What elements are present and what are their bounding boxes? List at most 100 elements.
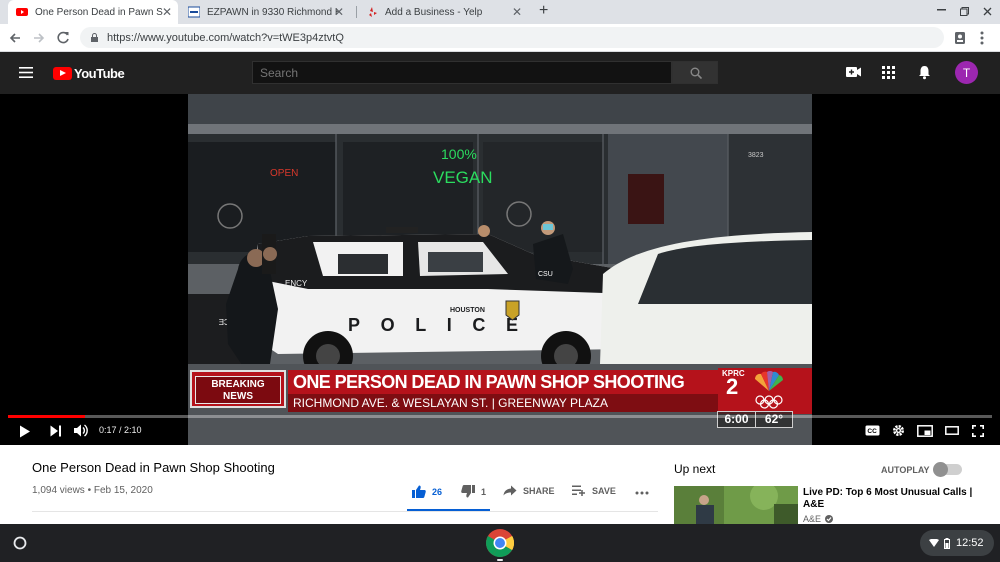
create-video-icon[interactable] (846, 66, 861, 78)
like-button[interactable]: 26 (412, 485, 442, 498)
profile-badge-icon[interactable] (954, 31, 966, 45)
system-tray[interactable]: 12:52 (920, 530, 994, 556)
youtube-favicon (16, 8, 28, 16)
back-arrow-icon[interactable] (9, 32, 21, 44)
video-title: One Person Dead in Pawn Shop Shooting (32, 460, 275, 475)
url-text: https://www.youtube.com/watch?v=tWE3p4zt… (107, 31, 344, 44)
open-sign: OPEN (270, 168, 298, 179)
ezpawn-favicon (188, 6, 200, 18)
time-display: 0:17 / 2:10 (99, 425, 142, 435)
address-bar[interactable]: https://www.youtube.com/watch?v=tWE3p4zt… (80, 27, 944, 48)
more-actions-icon[interactable] (635, 491, 649, 495)
recommended-video-title[interactable]: Live PD: Top 6 Most Unusual Calls | A&E (803, 487, 973, 511)
progress-played (8, 415, 85, 418)
share-label: SHARE (523, 485, 555, 496)
news-subheadline: RICHMOND AVE. & WESLAYAN ST. | GREENWAY … (293, 396, 608, 410)
save-label: SAVE (592, 485, 616, 496)
new-tab-button[interactable]: + (539, 2, 548, 20)
search-icon (690, 67, 702, 79)
miniplayer-icon[interactable] (917, 425, 933, 437)
system-clock: 12:52 (956, 537, 984, 549)
subheadline-bar: RICHMOND AVE. & WESLAYAN ST. | GREENWAY … (288, 394, 718, 412)
reload-icon[interactable] (57, 31, 70, 44)
toggle-knob (933, 462, 948, 477)
divider (32, 511, 658, 512)
tab-ezpawn[interactable]: EZPAWN in 9330 Richmond Hou ✕ (180, 0, 350, 24)
captions-icon[interactable]: CC (865, 425, 880, 436)
nbc-peacock-icon (754, 371, 784, 391)
hamburger-menu-icon[interactable] (19, 67, 33, 78)
tab-title: Add a Business - Yelp (385, 6, 483, 18)
station-bug: KPRC 2 (718, 368, 812, 414)
tab-youtube[interactable]: One Person Dead in Pawn Shop ✕ (8, 0, 178, 24)
breaking-news-box: BREAKING NEWS (190, 370, 286, 408)
close-tab-icon[interactable]: ✕ (162, 5, 172, 19)
volume-icon[interactable] (74, 424, 88, 437)
autoplay-label: AUTOPLAY (881, 465, 930, 475)
apps-grid-icon[interactable] (882, 66, 895, 79)
video-frame[interactable]: OPEN 100% VEGAN 3823 POLICE POLICE HOUST… (188, 94, 812, 445)
close-tab-icon[interactable]: ✕ (512, 5, 522, 19)
dislike-button[interactable]: 1 (461, 485, 486, 498)
chrome-browser-icon[interactable] (485, 528, 515, 558)
search-button[interactable] (672, 61, 718, 84)
police-car-agency: ENCY (285, 279, 308, 288)
vegan-sign-line-2: VEGAN (433, 168, 493, 187)
close-tab-icon[interactable]: ✕ (334, 5, 344, 19)
recommended-video-channel: A&E (803, 514, 834, 524)
station-number: 2 (726, 374, 739, 399)
autoplay-toggle[interactable] (933, 462, 962, 477)
address-number: 3823 (748, 152, 764, 159)
minimize-icon[interactable] (937, 9, 946, 11)
battery-icon (944, 537, 950, 549)
officer-vest-text: CSU (538, 271, 553, 278)
launcher-icon[interactable] (9, 532, 31, 554)
news-lower-third: BREAKING NEWS ONE PERSON DEAD IN PAWN SH… (188, 368, 812, 414)
recommended-video-thumbnail[interactable] (674, 486, 798, 524)
headline-bar: ONE PERSON DEAD IN PAWN SHOP SHOOTING (288, 370, 718, 394)
video-player[interactable]: OPEN 100% VEGAN 3823 POLICE POLICE HOUST… (0, 94, 1000, 445)
up-next-heading: Up next (674, 462, 716, 476)
news-headline: ONE PERSON DEAD IN PAWN SHOP SHOOTING (293, 372, 685, 392)
like-count: 26 (432, 486, 443, 497)
tab-title: EZPAWN in 9330 Richmond Hou (207, 6, 340, 18)
running-app-indicator (497, 559, 503, 561)
thumbs-down-icon (461, 485, 475, 498)
os-shelf: 12:52 (0, 524, 1000, 562)
more-vert-icon[interactable] (980, 31, 984, 45)
browser-toolbar: https://www.youtube.com/watch?v=tWE3p4zt… (0, 24, 1000, 52)
tab-yelp[interactable]: Add a Business - Yelp ✕ (358, 0, 528, 24)
youtube-logo[interactable]: YouTube (53, 66, 125, 81)
share-button[interactable]: SHARE (503, 485, 555, 496)
channel-name: A&E (803, 514, 822, 524)
verified-check-icon (825, 515, 834, 523)
tab-title: One Person Dead in Pawn Shop (35, 6, 163, 18)
avatar[interactable]: T (955, 61, 978, 84)
progress-bar[interactable] (8, 415, 992, 418)
settings-gear-icon[interactable] (892, 424, 905, 437)
news-clock-temp: 6:00 62° (717, 411, 793, 428)
restore-icon[interactable] (960, 7, 969, 16)
thumbs-up-icon (412, 485, 426, 498)
fullscreen-icon[interactable] (972, 425, 984, 437)
theater-mode-icon[interactable] (945, 426, 959, 435)
thumbnail-image (674, 486, 798, 524)
search-input[interactable] (252, 61, 672, 84)
olympic-rings-icon (755, 395, 783, 409)
next-video-icon[interactable] (50, 425, 62, 437)
wifi-icon (929, 539, 939, 547)
tab-strip: One Person Dead in Pawn Shop ✕ EZPAWN in… (0, 0, 1000, 24)
close-window-icon[interactable] (983, 7, 992, 16)
notifications-bell-icon[interactable] (918, 65, 931, 80)
dislike-count: 1 (481, 486, 487, 497)
play-icon[interactable] (19, 425, 31, 438)
save-button[interactable]: SAVE (572, 485, 616, 496)
youtube-header: YouTube T (0, 52, 1000, 94)
breaking-news-line-2: NEWS (223, 391, 253, 402)
yelp-favicon (369, 7, 377, 17)
youtube-play-logo-icon (53, 67, 72, 80)
police-car-city: HOUSTON (450, 307, 485, 314)
vegan-sign-line-1: 100% (441, 146, 477, 162)
breaking-news-line-1: BREAKING (211, 379, 265, 390)
forward-arrow-icon[interactable] (33, 32, 45, 44)
